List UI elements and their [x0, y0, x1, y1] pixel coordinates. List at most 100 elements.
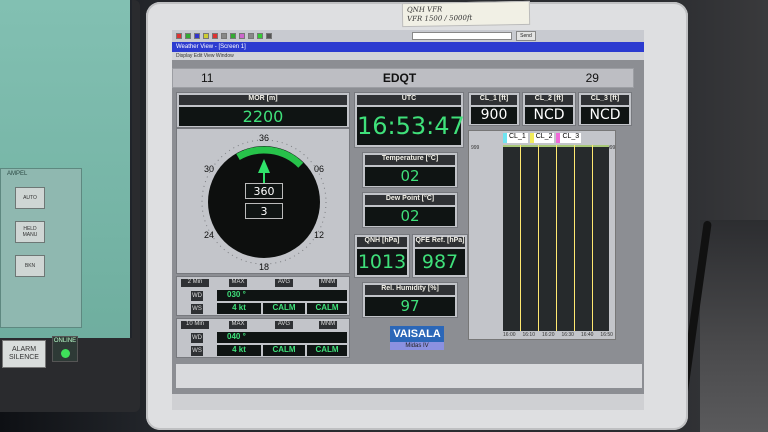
wind-10min-avg: CALM — [263, 345, 305, 356]
humidity-value: 97 — [365, 297, 455, 316]
temperature-label: Temperature [°C] — [365, 155, 455, 165]
wind-compass-panel: 36 06 12 18 24 30 360 3 — [176, 128, 350, 274]
cl1-panel: CL_1 [ft] 900 — [468, 92, 520, 126]
toolbar-icon[interactable] — [257, 33, 263, 39]
wind-compass — [201, 139, 327, 265]
humidity-panel: Rel. Humidity [%] 97 — [362, 282, 458, 318]
menu-bar[interactable]: Display Edit View Window — [172, 52, 644, 60]
temperature-value: 02 — [365, 167, 455, 186]
weather-view-screen: Send Weather View - [Screen 1] Display E… — [172, 30, 644, 410]
dew-point-label: Dew Point [°C] — [365, 195, 455, 205]
col-max: MAX — [229, 321, 247, 329]
wd-tag: WD — [191, 333, 203, 343]
wind-10min-speed: 4 kt — [217, 345, 261, 356]
cl2-value: NCD — [525, 107, 573, 124]
graph-gridline — [574, 145, 575, 331]
col-mnm: MNM — [319, 321, 337, 329]
qfe-panel: QFE Ref. [hPa] 987 — [412, 234, 468, 278]
wind-2min-avg: CALM — [263, 303, 305, 314]
sticky-line-3: VFR 1500 / 5000ft — [407, 13, 473, 24]
compass-tick-36: 36 — [258, 133, 270, 143]
command-input[interactable] — [412, 32, 512, 40]
toolbar-icon[interactable] — [239, 33, 245, 39]
toolbar-icon[interactable] — [185, 33, 191, 39]
wind-2min-speed: 4 kt — [217, 303, 261, 314]
graph-plot-area — [503, 145, 609, 331]
ws-tag: WS — [191, 346, 203, 356]
cl1-value: 900 — [471, 107, 517, 124]
wind-2min-mnm: CALM — [307, 303, 347, 314]
utc-panel: UTC 16:53:47 — [354, 92, 465, 148]
compass-tick-12: 12 — [313, 230, 325, 240]
utc-label: UTC — [357, 95, 461, 105]
col-avg: AVG — [275, 321, 293, 329]
alarm-silence-button[interactable]: ALARM SILENCE — [2, 340, 46, 368]
station-id: EDQT — [382, 71, 417, 85]
legend-cl2: CL_2 — [529, 133, 555, 143]
time-tick: 16:20 — [541, 332, 555, 338]
ws-tag: WS — [191, 304, 203, 314]
humidity-label: Rel. Humidity [%] — [365, 285, 455, 295]
wind-2min-panel: 2 Min MAX AVG MNM WD 030 ° WS 4 kt CALM … — [176, 276, 350, 316]
cloud-legend: CL_1 CL_2 CL_3 — [503, 133, 582, 143]
dew-point-panel: Dew Point [°C] 02 — [362, 192, 458, 228]
cl2-panel: CL_2 [ft] NCD — [522, 92, 576, 126]
qfe-label: QFE Ref. [hPa] — [415, 237, 465, 247]
online-indicator: ONLINE — [52, 336, 78, 362]
toolbar-icon[interactable] — [212, 33, 218, 39]
cl2-label: CL_2 [ft] — [525, 95, 573, 105]
vaisala-logo: VAISALA — [390, 326, 444, 342]
wind-10min-period: 10 Min — [181, 321, 209, 329]
graph-gridline — [556, 145, 557, 331]
sticky-note: QNH VFR VFR 1500 / 5000ft — [401, 0, 531, 28]
midas-label: Midas IV — [390, 342, 444, 350]
qfe-value: 987 — [415, 249, 465, 275]
cl3-label: CL_3 [ft] — [581, 95, 629, 105]
ampel-label: AMPEL — [7, 171, 28, 177]
ampel-panel: AMPEL AUTO HELD MANU BKN — [0, 168, 82, 328]
toolbar-icon[interactable] — [194, 33, 200, 39]
window-title: Weather View - [Screen 1] — [172, 42, 644, 52]
compass-tick-06: 06 — [313, 164, 325, 174]
legend-cl1: CL_1 — [503, 133, 528, 143]
time-tick: 16:50 — [600, 332, 613, 338]
time-tick: 16:10 — [522, 332, 535, 338]
utc-clock: 16:53:47 — [357, 107, 465, 145]
graph-gridline — [520, 145, 521, 331]
cl3-panel: CL_3 [ft] NCD — [578, 92, 632, 126]
graph-gridline — [592, 145, 593, 331]
station-header: 11 EDQT 29 — [172, 68, 634, 88]
toolbar-icon[interactable] — [230, 33, 236, 39]
online-led-icon — [61, 349, 70, 358]
dew-point-value: 02 — [365, 207, 455, 226]
desk-equipment — [700, 220, 768, 432]
col-avg: AVG — [275, 279, 293, 287]
mor-value: 2200 — [179, 107, 347, 126]
online-label: ONLINE — [53, 338, 77, 344]
mor-panel: MOR [m] 2200 — [176, 92, 350, 128]
send-button[interactable]: Send — [516, 31, 536, 41]
cloud-history-graph: CL_1 CL_2 CL_3 999 999 16:00 16:10 16:20… — [468, 130, 616, 340]
held-manu-button[interactable]: HELD MANU — [15, 221, 45, 243]
col-mnm: MNM — [319, 279, 337, 287]
time-tick: 16:00 — [503, 332, 516, 338]
qnh-label: QNH [hPa] — [357, 237, 407, 247]
compass-direction-value: 360 — [245, 183, 283, 199]
mor-label: MOR [m] — [179, 95, 347, 105]
auto-button[interactable]: AUTO — [15, 187, 45, 209]
temperature-panel: Temperature [°C] 02 — [362, 152, 458, 188]
compass-tick-30: 30 — [203, 164, 215, 174]
graph-y-top: 999 — [471, 145, 480, 151]
wind-10min-direction: 040 ° — [217, 332, 347, 343]
toolbar-icon[interactable] — [221, 33, 227, 39]
cl1-label: CL_1 [ft] — [471, 95, 517, 105]
bottom-area — [176, 364, 642, 388]
wind-2min-period: 2 Min — [181, 279, 209, 287]
header-right: 29 — [585, 71, 599, 85]
toolbar-icon[interactable] — [266, 33, 272, 39]
toolbar-icon[interactable] — [176, 33, 182, 39]
col-max: MAX — [229, 279, 247, 287]
toolbar-icon[interactable] — [203, 33, 209, 39]
bkn-button[interactable]: BKN — [15, 255, 45, 277]
toolbar-icon[interactable] — [248, 33, 254, 39]
